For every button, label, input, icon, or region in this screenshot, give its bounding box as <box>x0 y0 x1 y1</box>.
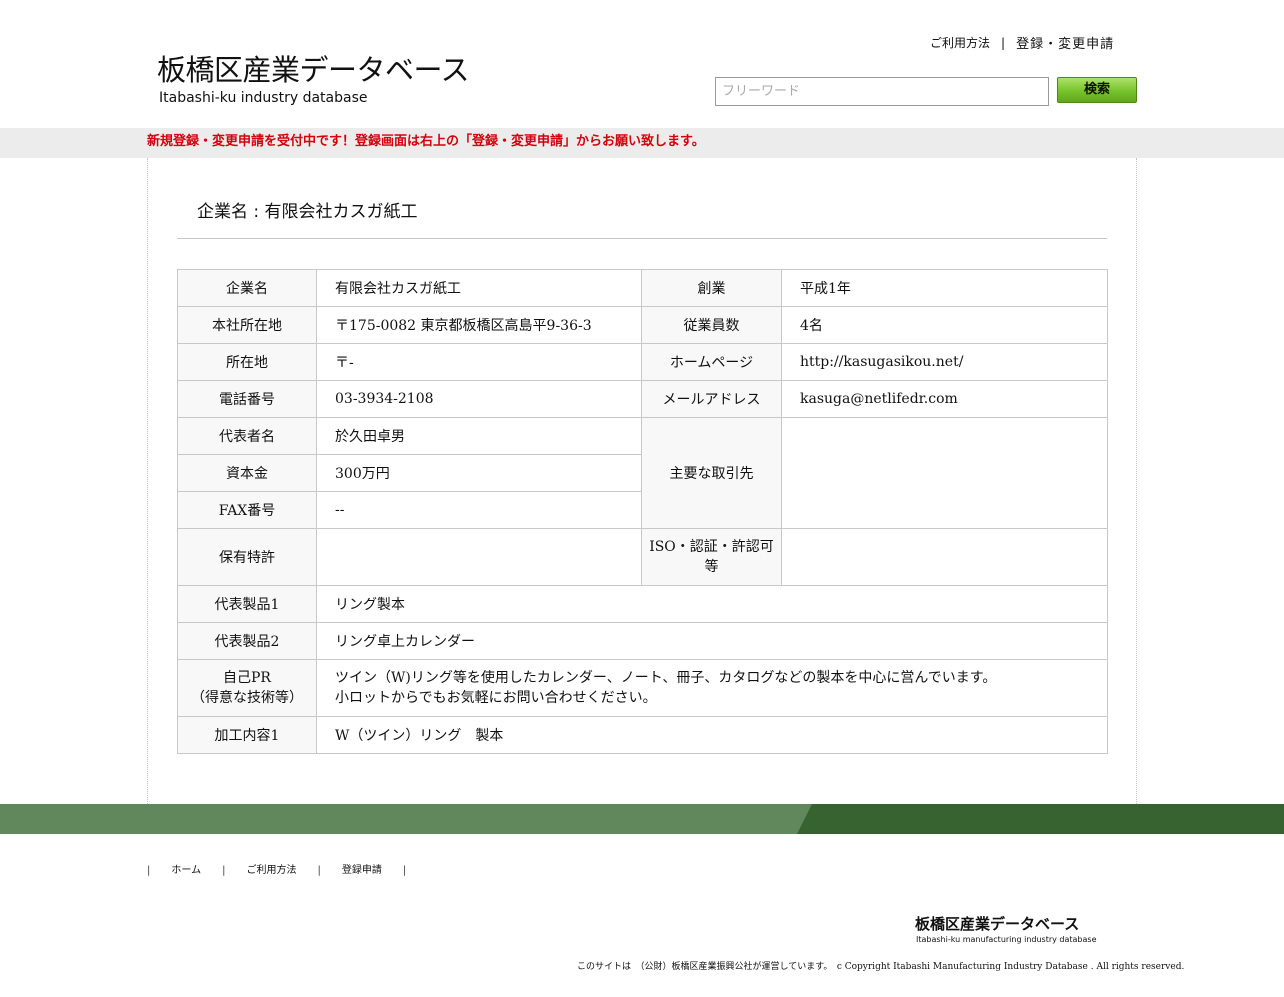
pr-label-line: 自己PR <box>223 670 271 686</box>
founded-label: 創業 <box>641 269 782 307</box>
iso-value <box>781 528 1108 586</box>
search-button[interactable]: 検索 <box>1057 77 1137 103</box>
footer-home-link[interactable]: ホーム <box>171 864 201 878</box>
iso-label-text: ISO・認証・許認可等 <box>649 539 774 575</box>
table-row: 加工内容1 W（ツイン）リング 製本 <box>177 716 1108 754</box>
location-value: 〒- <box>316 343 642 381</box>
employees-label: 従業員数 <box>641 306 782 344</box>
pr-value: ツイン（W)リング等を使用したカレンダー、ノート、冊子、カタログなどの製本を中心… <box>316 659 1108 717</box>
company-heading: 企業名 : 有限会社カスガ紙工 <box>197 202 418 222</box>
footer-nav-separator: | <box>402 865 407 876</box>
product1-value: リング製本 <box>316 585 1108 623</box>
phone-label: 電話番号 <box>177 380 317 418</box>
table-row: 代表者名 於久田卓男 主要な取引先 <box>177 417 1108 529</box>
pr-text-line: ツイン（W)リング等を使用したカレンダー、ノート、冊子、カタログなどの製本を中心… <box>335 670 997 686</box>
pr-text-line: 小ロットからでもお気軽にお問い合わせください。 <box>335 690 657 706</box>
homepage-label: ホームページ <box>641 343 782 381</box>
footer-nav-separator: | <box>222 865 226 876</box>
representative-label: 代表者名 <box>177 417 317 455</box>
footer-register-link[interactable]: 登録申請 <box>342 864 382 878</box>
name-label: 企業名 <box>177 269 317 307</box>
table-row: 企業名 有限会社カスガ紙工 創業 平成1年 <box>177 269 1108 307</box>
pr-label-line: （得意な技術等） <box>191 690 303 706</box>
main-partners-value <box>781 417 1108 529</box>
fax-value: -- <box>316 491 642 529</box>
table-row: 所在地 〒- ホームページ http://kasugasikou.net/ <box>177 343 1108 381</box>
footer-nav-separator: | <box>317 865 321 876</box>
table-row: 電話番号 03-3934-2108 メールアドレス kasuga@netlife… <box>177 380 1108 418</box>
usage-link[interactable]: ご利用方法 <box>930 34 990 51</box>
footer-band-light <box>0 804 812 834</box>
site-logo-subtitle: Itabashi-ku industry database <box>159 90 368 106</box>
footer-band-dark <box>797 804 1284 834</box>
product2-value: リング卓上カレンダー <box>316 622 1108 660</box>
capital-label: 資本金 <box>177 454 317 492</box>
process1-label: 加工内容1 <box>177 716 317 754</box>
notice-message: 新規登録・変更申請を受付中です！登録画面は右上の「登録・変更申請」からお願い致し… <box>147 134 705 149</box>
heading-divider <box>177 238 1107 239</box>
header-links: ご利用方法 | 登録・変更申請 <box>930 33 1114 53</box>
footer-usage-link[interactable]: ご利用方法 <box>246 864 296 878</box>
table-row: 自己PR （得意な技術等） ツイン（W)リング等を使用したカレンダー、ノート、冊… <box>177 659 1108 717</box>
location-label: 所在地 <box>177 343 317 381</box>
patent-label: 保有特許 <box>177 528 317 586</box>
product2-label: 代表製品2 <box>177 622 317 660</box>
fax-label: FAX番号 <box>177 491 317 529</box>
product1-label: 代表製品1 <box>177 585 317 623</box>
patent-value <box>316 528 642 586</box>
representative-value: 於久田卓男 <box>316 417 642 455</box>
footer-logo-title: 板橋区産業データベース <box>915 915 1080 933</box>
email-link[interactable]: kasuga@netlifedr.com <box>781 380 1108 418</box>
footer-nav-separator: | <box>147 865 151 876</box>
employees-value: 4名 <box>781 306 1108 344</box>
pr-label: 自己PR （得意な技術等） <box>177 659 317 717</box>
link-separator: | <box>1001 35 1006 50</box>
email-label: メールアドレス <box>641 380 782 418</box>
table-row: 代表製品1 リング製本 <box>177 585 1108 623</box>
site-logo-title[interactable]: 板橋区産業データベース <box>157 52 470 88</box>
main-partners-label: 主要な取引先 <box>641 417 782 529</box>
table-row: 保有特許 ISO・認証・許認可等 <box>177 528 1108 586</box>
phone-value: 03-3934-2108 <box>316 380 642 418</box>
hq-address-value: 〒175-0082 東京都板橋区高島平9-36-3 <box>316 306 642 344</box>
capital-value: 300万円 <box>316 454 642 492</box>
homepage-link[interactable]: http://kasugasikou.net/ <box>781 343 1108 381</box>
footer-nav: | ホーム | ご利用方法 | 登録申請 | <box>147 864 406 878</box>
footer-copyright: このサイトは （公財）板橋区産業振興公社が運営しています。 c Copyrigh… <box>577 962 1185 972</box>
search-input[interactable] <box>715 77 1049 106</box>
hq-address-label: 本社所在地 <box>177 306 317 344</box>
footer-logo-subtitle: Itabashi-ku manufacturing industry datab… <box>916 935 1097 944</box>
register-change-link[interactable]: 登録・変更申請 <box>1016 33 1114 52</box>
process1-value: W（ツイン）リング 製本 <box>316 716 1108 754</box>
name-value: 有限会社カスガ紙工 <box>316 269 642 307</box>
founded-value: 平成1年 <box>781 269 1108 307</box>
company-info-table: 企業名 有限会社カスガ紙工 創業 平成1年 本社所在地 〒175-0082 東京… <box>177 269 1108 754</box>
table-row: 代表製品2 リング卓上カレンダー <box>177 622 1108 660</box>
table-row: 本社所在地 〒175-0082 東京都板橋区高島平9-36-3 従業員数 4名 <box>177 306 1108 344</box>
iso-label: ISO・認証・許認可等 <box>641 528 782 586</box>
